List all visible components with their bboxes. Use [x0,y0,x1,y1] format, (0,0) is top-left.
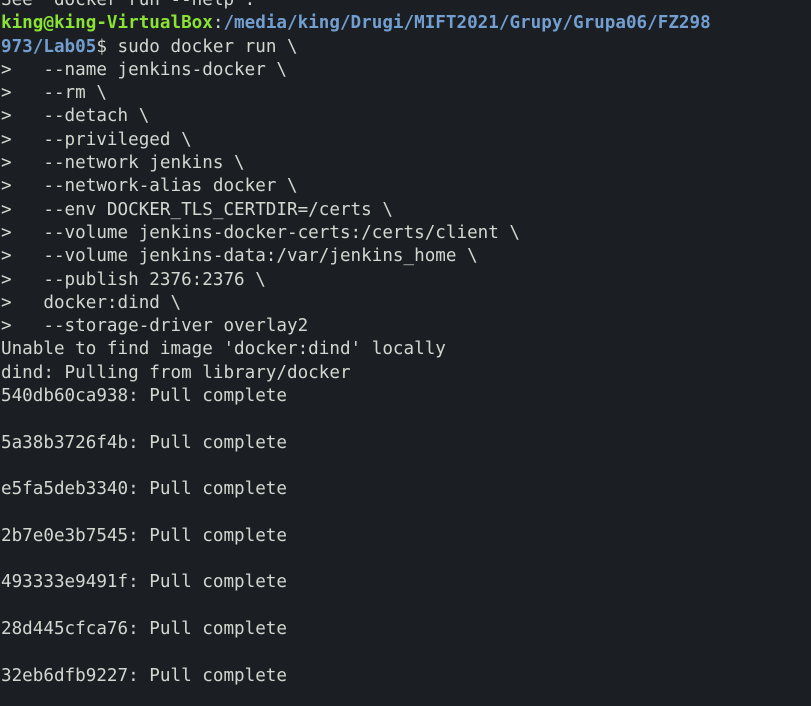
output-unable-line: Unable to find image 'docker:dind' local… [1,339,446,360]
prompt-path-wrapped: 973/Lab05 [1,36,97,57]
prompt-user-host: king@king-VirtualBox [1,13,213,34]
continuation-line: > --network-alias docker \ [1,176,298,197]
continuation-line: > --volume jenkins-data:/var/jenkins_hom… [1,246,478,267]
pull-status-line: 32eb6dfb9227: Pull complete [1,665,287,686]
terminal-line-top-partial: See 'docker run --help'. [1,0,256,10]
continuation-line: > --rm \ [1,83,107,104]
output-pulling-line: dind: Pulling from library/docker [1,362,351,383]
prompt-line-wrapped: 973/Lab05$ sudo docker run \ [0,36,811,59]
pull-status-line: 5a38b3726f4b: Pull complete [1,432,287,453]
pull-status-line: 493333e9491f: Pull complete [1,572,287,593]
continuation-line: > --privileged \ [1,129,192,150]
continuation-line: > --name jenkins-docker \ [1,59,287,80]
prompt-dollar: $ [96,36,118,57]
pull-status-line: 540db60ca938: Pull complete [1,386,287,407]
command-text: sudo docker run \ [117,36,298,57]
continuation-line: > --storage-driver overlay2 [1,316,309,337]
pull-status-line: e5fa5deb3340: Pull complete [1,479,287,500]
pull-status-line: 2b7e0e3b7545: Pull complete [1,525,287,546]
continuation-line: > --publish 2376:2376 \ [1,269,266,290]
continuation-line: > --network jenkins \ [1,153,245,174]
continuation-line: > --volume jenkins-docker-certs:/certs/c… [1,222,521,243]
terminal-window[interactable]: See 'docker run --help'. king@king-Virtu… [0,0,811,706]
pull-status-line: 28d445cfca76: Pull complete [1,619,287,640]
continuation-line: > --env DOCKER_TLS_CERTDIR=/certs \ [1,199,393,220]
continuation-line: > docker:dind \ [1,292,182,313]
continuation-line: > --detach \ [1,106,150,127]
prompt-line: king@king-VirtualBox:/media/king/Drugi/M… [0,12,811,35]
prompt-separator: : [212,13,224,34]
prompt-path: /media/king/Drugi/MIFT2021/Grupy/Grupa06… [223,13,711,34]
